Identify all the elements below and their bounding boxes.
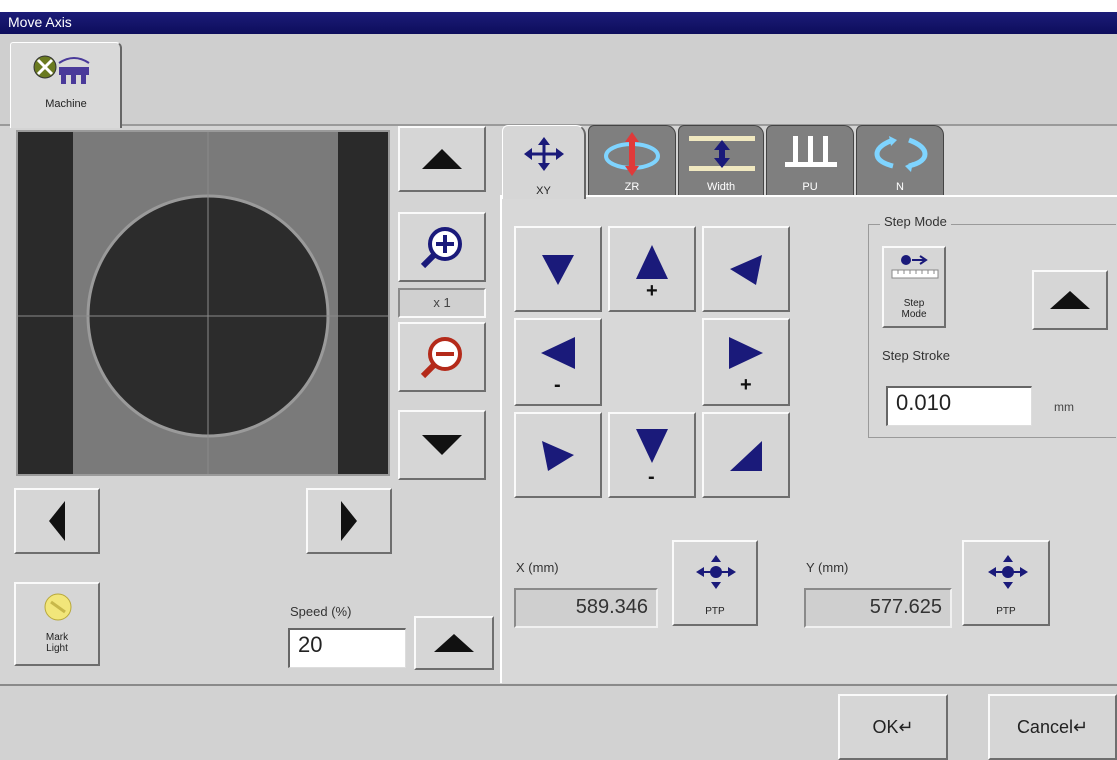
tab-width[interactable]: Width xyxy=(678,125,764,195)
camera-left-button[interactable] xyxy=(14,488,100,554)
arrow-up-icon xyxy=(422,149,462,169)
y-plus-sign: + xyxy=(646,280,658,302)
step-stroke-unit: mm xyxy=(1054,400,1074,414)
tab-xy-label: XY xyxy=(536,185,551,197)
camera-view[interactable] xyxy=(16,130,390,476)
arrow-down-icon xyxy=(422,435,462,455)
step-mode-line2: Mode xyxy=(901,309,927,320)
tab-pu[interactable]: PU xyxy=(766,125,854,195)
arrow-up-icon xyxy=(636,245,668,279)
x-ptp-label: PTP xyxy=(705,606,725,617)
jog-x-plus-button[interactable]: + xyxy=(702,318,790,406)
arrow-left-icon xyxy=(541,337,575,369)
jog-up-left-button[interactable] xyxy=(514,226,602,312)
machine-tab-label: Machine xyxy=(45,98,87,110)
arrow-diagonal-icon xyxy=(730,441,762,471)
step-mode-group-label: Step Mode xyxy=(880,214,951,229)
jog-x-minus-button[interactable]: - xyxy=(514,318,602,406)
jog-y-plus-button[interactable]: + xyxy=(608,226,696,312)
arrow-up-icon xyxy=(434,634,474,652)
y-position-value: 577.625 xyxy=(804,588,952,628)
speed-up-button[interactable] xyxy=(414,616,494,670)
tab-n[interactable]: N xyxy=(856,125,944,195)
mark-light-line1: Mark xyxy=(45,632,69,643)
pickup-icon xyxy=(785,136,837,167)
arrow-right-icon xyxy=(729,337,763,369)
x-minus-sign: - xyxy=(554,374,561,396)
x-plus-sign: + xyxy=(740,374,752,396)
machine-icon xyxy=(33,55,90,84)
arrow-diagonal-icon xyxy=(542,255,574,285)
ptp-move-icon xyxy=(988,555,1028,589)
arrow-up-icon xyxy=(1050,291,1090,309)
ptp-move-icon xyxy=(696,555,736,589)
arrow-right-icon xyxy=(341,501,357,541)
jog-up-right-button[interactable] xyxy=(702,226,790,312)
step-stroke-input[interactable]: 0.010 xyxy=(886,386,1032,426)
y-ptp-label: PTP xyxy=(996,606,1016,617)
ok-button[interactable]: OK↵ xyxy=(838,694,948,760)
arrow-diagonal-icon xyxy=(542,441,574,471)
step-mode-line1: Step xyxy=(903,298,925,309)
mark-light-button[interactable]: Mark Light xyxy=(14,582,100,666)
y-ptp-button[interactable]: PTP xyxy=(962,540,1050,626)
camera-up-button[interactable] xyxy=(398,126,486,192)
rotate-icon xyxy=(874,136,928,172)
zoom-out-button[interactable] xyxy=(398,322,486,392)
camera-down-button[interactable] xyxy=(398,410,486,480)
zoom-in-icon xyxy=(420,227,462,269)
camera-image xyxy=(18,132,388,474)
zoom-out-icon xyxy=(420,337,462,379)
y-position-label: Y (mm) xyxy=(806,560,849,575)
camera-right-button[interactable] xyxy=(306,488,392,554)
tab-pu-label: PU xyxy=(802,181,818,193)
footer-bar xyxy=(0,684,1117,760)
speed-input[interactable]: 20 xyxy=(288,628,406,668)
y-minus-sign: - xyxy=(648,466,655,488)
x-ptp-button[interactable]: PTP xyxy=(672,540,758,626)
title-bar: Move Axis xyxy=(0,0,1117,34)
top-tab-strip xyxy=(0,34,1117,126)
zoom-level: x 1 xyxy=(398,288,486,318)
arrow-diagonal-icon xyxy=(730,255,762,285)
mark-light-line2: Light xyxy=(46,643,68,654)
step-stroke-up-button[interactable] xyxy=(1032,270,1108,330)
tab-zr[interactable]: ZR xyxy=(588,125,676,195)
zoom-in-button[interactable] xyxy=(398,212,486,282)
arrow-down-icon xyxy=(636,429,668,463)
tab-xy[interactable]: XY xyxy=(502,125,586,199)
tab-n-label: N xyxy=(896,181,904,193)
jog-down-left-button[interactable] xyxy=(514,412,602,498)
width-icon xyxy=(689,136,755,171)
x-position-value: 589.346 xyxy=(514,588,658,628)
step-mode-icon xyxy=(891,255,939,279)
window-title: Move Axis xyxy=(8,14,72,30)
speed-label: Speed (%) xyxy=(290,604,352,619)
zr-icon xyxy=(604,132,660,176)
step-mode-button[interactable]: Step Mode xyxy=(882,246,946,328)
jog-y-minus-button[interactable]: - xyxy=(608,412,696,498)
step-stroke-label: Step Stroke xyxy=(882,348,950,363)
cancel-button[interactable]: Cancel↵ xyxy=(988,694,1117,760)
x-position-label: X (mm) xyxy=(516,560,559,575)
tab-width-label: Width xyxy=(706,181,736,193)
light-bulb-icon xyxy=(44,593,72,621)
arrow-left-icon xyxy=(49,501,65,541)
tab-zr-label: ZR xyxy=(624,181,640,193)
jog-down-right-button[interactable] xyxy=(702,412,790,498)
tab-machine[interactable]: Machine xyxy=(10,42,122,128)
xy-move-icon xyxy=(524,137,564,171)
